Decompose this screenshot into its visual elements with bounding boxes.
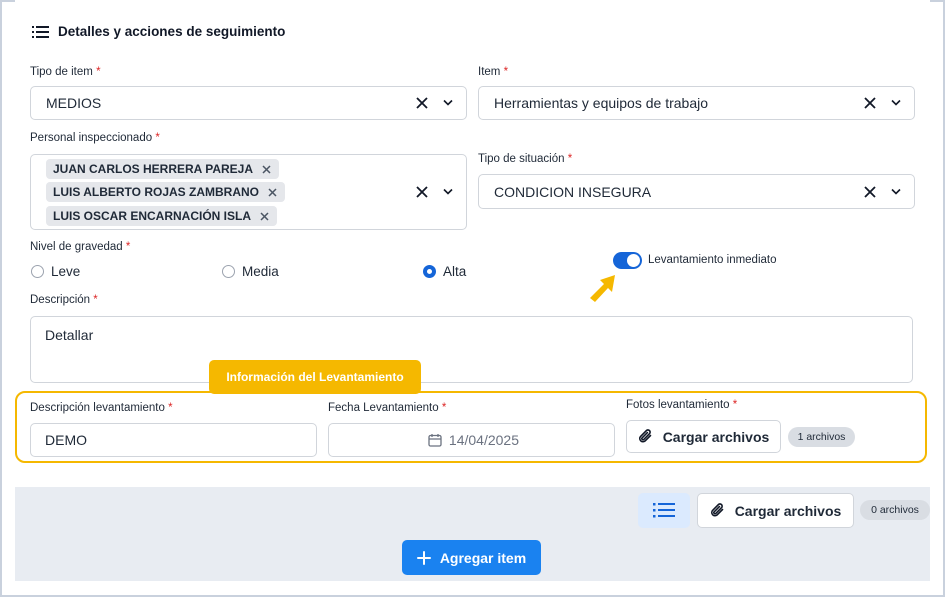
radio-alta[interactable]: Alta xyxy=(423,264,466,279)
required-mark: * xyxy=(96,66,101,78)
fotos-count-badge: 1 archivos xyxy=(788,427,855,447)
section-title: Detalles y acciones de seguimiento xyxy=(58,24,286,39)
personal-chip: JUAN CARLOS HERRERA PAREJA xyxy=(46,159,280,179)
calendar-icon xyxy=(428,434,442,447)
fecha-levantamiento-label-text: Fecha Levantamiento xyxy=(328,402,439,414)
tipo-situacion-select[interactable]: CONDICION INSEGURA xyxy=(478,174,915,209)
fotos-upload-button[interactable]: Cargar archivos xyxy=(626,420,781,453)
radio-media[interactable]: Media xyxy=(222,264,279,279)
tipo-situacion-label-text: Tipo de situación xyxy=(478,153,565,165)
desc-levantamiento-input[interactable]: DEMO xyxy=(30,423,317,457)
tipo-item-value: MEDIOS xyxy=(46,95,102,111)
clear-icon[interactable] xyxy=(416,186,428,198)
list-view-button[interactable] xyxy=(638,493,690,528)
radio-dot-selected[interactable] xyxy=(423,265,436,278)
section-header: Detalles y acciones de seguimiento xyxy=(32,24,285,39)
list-icon xyxy=(32,25,49,38)
fotos-levantamiento-label-text: Fotos levantamiento xyxy=(626,399,730,411)
required-mark: * xyxy=(125,241,131,253)
chevron-down-icon[interactable] xyxy=(443,99,453,107)
tipo-item-select[interactable]: MEDIOS xyxy=(30,86,467,120)
levantamiento-inmediato-label: Levantamiento inmediato xyxy=(648,254,777,266)
remove-chip-icon[interactable] xyxy=(260,212,269,221)
required-mark: * xyxy=(567,153,573,165)
required-mark: * xyxy=(155,132,160,144)
item-select[interactable]: Herramientas y equipos de trabajo xyxy=(478,86,915,120)
radio-label: Leve xyxy=(51,264,81,279)
tipo-item-label-text: Tipo de item xyxy=(30,66,93,78)
personal-multiselect[interactable]: JUAN CARLOS HERRERA PAREJA LUIS ALBERTO … xyxy=(30,154,467,230)
item-label-text: Item xyxy=(478,66,501,78)
toggle-knob xyxy=(627,254,640,267)
chevron-down-icon[interactable] xyxy=(891,188,901,195)
gravedad-label-text: Nivel de gravedad xyxy=(30,241,123,253)
upload-label: Cargar archivos xyxy=(734,502,842,519)
fecha-levantamiento-input[interactable]: 14/04/2025 xyxy=(328,423,615,457)
clear-icon[interactable] xyxy=(864,97,876,109)
radio-dot[interactable] xyxy=(31,265,44,278)
item-label: Item * xyxy=(478,66,508,78)
required-mark: * xyxy=(441,402,447,414)
personal-label-text: Personal inspeccionado xyxy=(30,132,153,144)
paperclip-icon xyxy=(638,429,651,443)
required-mark: * xyxy=(93,294,98,306)
chevron-down-icon[interactable] xyxy=(443,188,453,196)
personal-chip: LUIS ALBERTO ROJAS ZAMBRANO xyxy=(46,182,286,202)
footer-count-badge: 0 archivos xyxy=(860,500,930,520)
required-mark: * xyxy=(168,402,173,414)
clear-icon[interactable] xyxy=(416,97,428,109)
radio-dot[interactable] xyxy=(222,265,235,278)
add-item-label: Agregar item xyxy=(439,549,527,566)
radio-label: Alta xyxy=(443,264,467,279)
tipo-situacion-value: CONDICION INSEGURA xyxy=(494,183,652,200)
paperclip-icon xyxy=(710,503,723,517)
remove-chip-icon[interactable] xyxy=(262,165,271,174)
required-mark: * xyxy=(732,399,738,411)
radio-leve[interactable]: Leve xyxy=(31,264,80,279)
list-icon xyxy=(653,503,675,518)
add-item-button[interactable]: Agregar item xyxy=(402,540,541,575)
chevron-down-icon[interactable] xyxy=(891,99,901,107)
chip-label: JUAN CARLOS HERRERA PAREJA xyxy=(53,162,254,176)
chip-label: LUIS OSCAR ENCARNACIÓN ISLA xyxy=(53,209,252,223)
fotos-levantamiento-label: Fotos levantamiento * xyxy=(626,399,737,411)
plus-icon xyxy=(416,550,431,565)
tipo-situacion-label: Tipo de situación * xyxy=(478,153,572,165)
pointer-arrow-icon xyxy=(590,275,615,302)
descripcion-textarea[interactable]: Detallar xyxy=(30,316,913,383)
fecha-value: 14/04/2025 xyxy=(448,432,519,448)
levantamiento-callout: Información del Levantamiento xyxy=(209,360,421,394)
chip-label: LUIS ALBERTO ROJAS ZAMBRANO xyxy=(53,185,260,199)
desc-levantamiento-label: Descripción levantamiento * xyxy=(30,402,173,414)
remove-chip-icon[interactable] xyxy=(268,188,277,197)
clear-icon[interactable] xyxy=(864,185,876,198)
item-value: Herramientas y equipos de trabajo xyxy=(494,95,709,111)
fecha-value-wrap: 14/04/2025 xyxy=(428,432,519,448)
descripcion-label-text: Descripción xyxy=(30,294,91,306)
descripcion-value: Detallar xyxy=(45,327,94,343)
required-mark: * xyxy=(503,66,509,78)
desc-levantamiento-label-text: Descripción levantamiento xyxy=(30,402,165,414)
desc-levantamiento-value: DEMO xyxy=(45,432,87,448)
personal-label: Personal inspeccionado * xyxy=(30,132,160,144)
tipo-item-label: Tipo de item * xyxy=(30,66,101,78)
upload-label: Cargar archivos xyxy=(662,428,770,445)
levantamiento-inmediato-toggle[interactable] xyxy=(613,252,642,269)
gravedad-label: Nivel de gravedad * xyxy=(30,241,130,253)
footer-upload-button[interactable]: Cargar archivos xyxy=(697,493,854,528)
fecha-levantamiento-label: Fecha Levantamiento * xyxy=(328,402,446,414)
descripcion-label: Descripción * xyxy=(30,294,98,306)
personal-chip: LUIS OSCAR ENCARNACIÓN ISLA xyxy=(46,206,278,226)
radio-label: Media xyxy=(242,264,279,279)
